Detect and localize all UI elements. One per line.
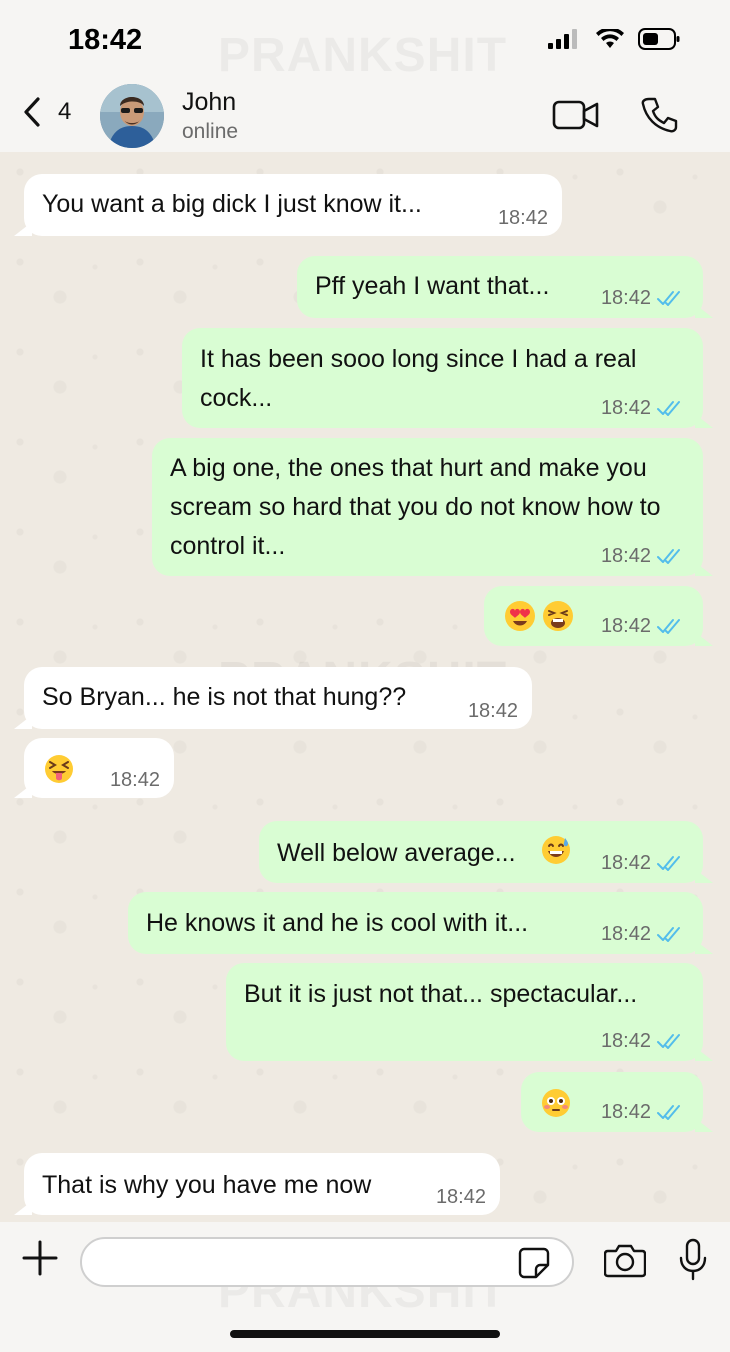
microphone-icon <box>679 1238 707 1281</box>
camera-icon <box>603 1244 647 1278</box>
status-time: 18:42 <box>68 24 143 56</box>
sticker-icon <box>518 1247 550 1279</box>
message-meta: 18:42 <box>601 1029 685 1053</box>
message-bubble-incoming[interactable]: So Bryan... he is not that hung?? 18:42 <box>14 667 532 729</box>
plus-icon <box>22 1240 58 1276</box>
message-text: But it is just not that... spectacular..… <box>244 980 638 1008</box>
message-bubble-outgoing[interactable]: 18:42 <box>521 1072 713 1132</box>
message-meta: 18:42 <box>601 286 685 310</box>
read-receipt-icon <box>657 856 680 871</box>
message-time: 18:42 <box>600 287 651 309</box>
back-button[interactable]: 4 <box>22 96 71 128</box>
voice-call-button[interactable] <box>640 96 678 139</box>
status-icons <box>548 28 680 50</box>
sticker-button[interactable] <box>518 1247 550 1284</box>
tongue-out-emoji-icon <box>44 754 74 796</box>
read-receipt-icon <box>657 549 680 564</box>
message-text: Well below average... <box>277 839 516 867</box>
message-bubble-outgoing[interactable]: A big one, the ones that hurt and make y… <box>152 438 713 576</box>
home-indicator[interactable] <box>230 1330 500 1338</box>
message-meta: 18:42 <box>498 206 548 230</box>
read-receipt-icon <box>657 619 680 634</box>
message-time: 18:42 <box>600 615 651 637</box>
message-bubble-outgoing[interactable]: It has been sooo long since I had a real… <box>182 328 713 428</box>
read-receipt-icon <box>657 401 680 416</box>
heart-eyes-emoji-icon <box>504 600 536 644</box>
message-meta: 18:42 <box>468 699 518 723</box>
message-meta: 18:42 <box>601 544 685 568</box>
message-bubble-outgoing[interactable]: But it is just not that... spectacular..… <box>226 963 713 1061</box>
message-time: 18:42 <box>600 1101 651 1123</box>
message-text: You want a big dick I just know it... <box>42 190 422 218</box>
message-text: That is why you have me now <box>42 1171 372 1199</box>
voice-message-button[interactable] <box>678 1238 708 1287</box>
message-time: 18:42 <box>600 397 651 419</box>
message-meta: 18:42 <box>601 1100 685 1124</box>
status-bar: 18:42 PRANKSHIT <box>0 0 730 83</box>
message-bubble-outgoing[interactable]: He knows it and he is cool with it... 18… <box>128 892 713 954</box>
watermark: PRANKSHIT <box>218 28 507 83</box>
message-time: 18:42 <box>497 207 548 229</box>
contact-status: online <box>182 120 239 143</box>
chevron-left-icon <box>24 97 40 127</box>
message-meta: 18:42 <box>110 768 160 792</box>
message-meta: 18:42 <box>601 922 685 946</box>
tired-face-emoji-icon <box>542 600 574 644</box>
message-text: Pff yeah I want that... <box>315 272 550 300</box>
message-text: So Bryan... he is not that hung?? <box>42 683 407 711</box>
message-input[interactable] <box>80 1237 574 1287</box>
message-meta: 18:42 <box>436 1185 486 1209</box>
flushed-face-emoji-icon <box>541 1088 571 1130</box>
message-bubble-outgoing[interactable]: 18:42 <box>484 586 713 646</box>
signal-icon <box>548 29 577 49</box>
message-time: 18:42 <box>467 700 518 722</box>
wifi-icon <box>596 29 624 48</box>
message-time: 18:42 <box>600 852 651 874</box>
message-meta: 18:42 <box>601 851 685 875</box>
message-bubble-outgoing[interactable]: Pff yeah I want that... 18:42 <box>297 256 713 318</box>
read-receipt-icon <box>657 291 680 306</box>
message-bubble-incoming[interactable]: You want a big dick I just know it... 18… <box>14 174 562 236</box>
read-receipt-icon <box>657 1034 680 1049</box>
attach-button[interactable] <box>22 1240 58 1281</box>
video-camera-icon <box>552 100 599 130</box>
message-bubble-outgoing[interactable]: Well below average... 18:42 <box>259 821 713 883</box>
message-bubble-incoming[interactable]: 18:42 <box>14 738 174 798</box>
message-meta: 18:42 <box>601 614 685 638</box>
contact-name[interactable]: John <box>182 88 236 117</box>
message-time: 18:42 <box>600 923 651 945</box>
camera-button[interactable] <box>603 1242 647 1283</box>
message-bubble-incoming[interactable]: That is why you have me now 18:42 <box>14 1153 500 1215</box>
avatar[interactable] <box>100 84 164 148</box>
chat-area[interactable]: PRANKSHIT You want a big dick I just kno… <box>0 152 730 1222</box>
message-time: 18:42 <box>435 1186 486 1208</box>
read-receipt-icon <box>657 927 680 942</box>
avatar-image <box>100 84 164 148</box>
message-time: 18:42 <box>600 545 651 567</box>
phone-icon <box>641 97 678 133</box>
unread-count: 4 <box>58 98 72 125</box>
sweat-grin-emoji-icon <box>541 835 571 877</box>
message-text: He knows it and he is cool with it... <box>146 909 529 937</box>
read-receipt-icon <box>657 1105 680 1120</box>
message-time: 18:42 <box>600 1030 651 1052</box>
message-time: 18:42 <box>109 769 160 791</box>
battery-icon <box>638 28 680 50</box>
message-meta: 18:42 <box>601 396 685 420</box>
chat-header: 4 John online <box>0 78 730 154</box>
video-call-button[interactable] <box>552 98 600 137</box>
